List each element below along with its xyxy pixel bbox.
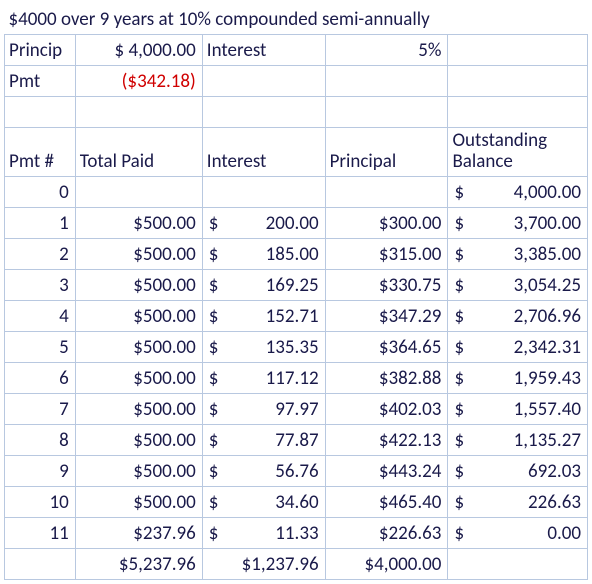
empty-cell <box>448 548 588 579</box>
cell-total-paid: $237.96 <box>75 517 202 548</box>
cell-interest: $11.33 <box>202 517 325 548</box>
cell-balance: $3,385.00 <box>448 238 588 269</box>
empty-cell <box>5 548 76 579</box>
cell-total-paid <box>75 176 202 207</box>
cell-principal: $465.40 <box>325 486 448 517</box>
cell-balance: $2,706.96 <box>448 300 588 331</box>
cell-balance: $3,700.00 <box>448 207 588 238</box>
value-pmt: ($342.18) <box>75 66 202 97</box>
cell-pmt-num: 0 <box>5 176 76 207</box>
cell-total-paid: $500.00 <box>75 238 202 269</box>
label-principal: Princip <box>5 35 76 66</box>
cell-interest: $97.97 <box>202 393 325 424</box>
cell-principal: $364.65 <box>325 331 448 362</box>
cell-total-paid: $500.00 <box>75 331 202 362</box>
cell-interest: $135.35 <box>202 331 325 362</box>
empty-cell <box>325 66 448 97</box>
cell-pmt-num: 1 <box>5 207 76 238</box>
empty-cell <box>448 35 588 66</box>
cell-balance: $226.63 <box>448 486 588 517</box>
header-interest: Interest <box>202 128 325 177</box>
value-interest-rate: 5% <box>325 35 448 66</box>
cell-balance: $1,959.43 <box>448 362 588 393</box>
table-row: 5$500.00$135.35$364.65$2,342.31 <box>5 331 588 362</box>
cell-interest: $34.60 <box>202 486 325 517</box>
label-interest-rate: Interest <box>202 35 325 66</box>
empty-cell <box>202 97 325 128</box>
cell-balance: $2,342.31 <box>448 331 588 362</box>
cell-interest: $56.76 <box>202 455 325 486</box>
cell-principal <box>325 176 448 207</box>
cell-principal: $347.29 <box>325 300 448 331</box>
cell-interest: $185.00 <box>202 238 325 269</box>
cell-interest: $117.12 <box>202 362 325 393</box>
empty-cell <box>75 97 202 128</box>
cell-principal: $382.88 <box>325 362 448 393</box>
empty-cell <box>202 66 325 97</box>
cell-principal: $300.00 <box>325 207 448 238</box>
table-row: 9$500.00$56.76$443.24$692.03 <box>5 455 588 486</box>
header-balance: Outstanding Balance <box>448 128 588 177</box>
value-principal: $ 4,000.00 <box>75 35 202 66</box>
cell-principal: $315.00 <box>325 238 448 269</box>
cell-pmt-num: 8 <box>5 424 76 455</box>
title-cell: $4000 over 9 years at 10% compounded sem… <box>5 4 588 35</box>
cell-balance: $1,135.27 <box>448 424 588 455</box>
table-row: 6$500.00$117.12$382.88$1,959.43 <box>5 362 588 393</box>
cell-interest: $169.25 <box>202 269 325 300</box>
empty-cell <box>448 97 588 128</box>
cell-total-paid: $500.00 <box>75 362 202 393</box>
cell-pmt-num: 3 <box>5 269 76 300</box>
cell-pmt-num: 4 <box>5 300 76 331</box>
empty-cell <box>325 97 448 128</box>
cell-principal: $422.13 <box>325 424 448 455</box>
cell-interest: $200.00 <box>202 207 325 238</box>
cell-balance: $0.00 <box>448 517 588 548</box>
header-principal: Principal <box>325 128 448 177</box>
cell-total-paid: $500.00 <box>75 300 202 331</box>
cell-total-paid: $500.00 <box>75 207 202 238</box>
cell-principal: $330.75 <box>325 269 448 300</box>
header-total-paid: Total Paid <box>75 128 202 177</box>
table-row: 3$500.00$169.25$330.75$3,054.25 <box>5 269 588 300</box>
table-row: 1$500.00$200.00$300.00$3,700.00 <box>5 207 588 238</box>
table-row: 0 $4,000.00 <box>5 176 588 207</box>
cell-interest: $77.87 <box>202 424 325 455</box>
cell-pmt-num: 11 <box>5 517 76 548</box>
cell-interest <box>202 176 325 207</box>
cell-total-paid: $500.00 <box>75 424 202 455</box>
cell-pmt-num: 2 <box>5 238 76 269</box>
cell-interest: $152.71 <box>202 300 325 331</box>
cell-principal: $443.24 <box>325 455 448 486</box>
amortization-table: $4000 over 9 years at 10% compounded sem… <box>4 4 588 580</box>
cell-balance: $692.03 <box>448 455 588 486</box>
total-interest: $1,237.96 <box>202 548 325 579</box>
cell-principal: $402.03 <box>325 393 448 424</box>
cell-balance: $1,557.40 <box>448 393 588 424</box>
cell-balance: $3,054.25 <box>448 269 588 300</box>
table-row: 7$500.00$97.97$402.03$1,557.40 <box>5 393 588 424</box>
table-row: 10$500.00$34.60$465.40$226.63 <box>5 486 588 517</box>
cell-total-paid: $500.00 <box>75 455 202 486</box>
cell-pmt-num: 5 <box>5 331 76 362</box>
empty-cell <box>448 66 588 97</box>
cell-pmt-num: 9 <box>5 455 76 486</box>
label-pmt: Pmt <box>5 66 76 97</box>
table-row: 2$500.00$185.00$315.00$3,385.00 <box>5 238 588 269</box>
cell-total-paid: $500.00 <box>75 269 202 300</box>
empty-cell <box>5 97 76 128</box>
cell-total-paid: $500.00 <box>75 393 202 424</box>
table-row: 4$500.00$152.71$347.29$2,706.96 <box>5 300 588 331</box>
cell-total-paid: $500.00 <box>75 486 202 517</box>
cell-balance: $4,000.00 <box>448 176 588 207</box>
table-row: 8$500.00$77.87$422.13$1,135.27 <box>5 424 588 455</box>
cell-pmt-num: 7 <box>5 393 76 424</box>
table-row: 11$237.96$11.33$226.63$0.00 <box>5 517 588 548</box>
cell-principal: $226.63 <box>325 517 448 548</box>
header-pmt-num: Pmt # <box>5 128 76 177</box>
cell-pmt-num: 10 <box>5 486 76 517</box>
total-principal: $4,000.00 <box>325 548 448 579</box>
total-paid: $5,237.96 <box>75 548 202 579</box>
cell-pmt-num: 6 <box>5 362 76 393</box>
